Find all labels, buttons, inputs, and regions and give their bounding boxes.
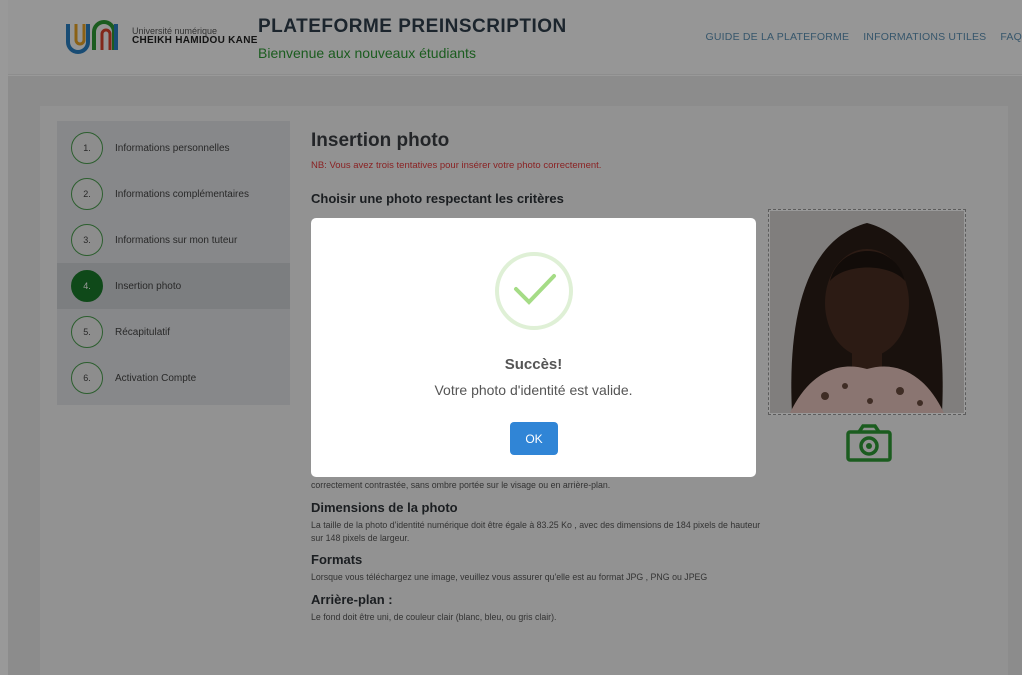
dialog-title: Succès! [504,356,563,373]
ok-button[interactable]: OK [510,422,558,455]
dialog-message: Votre photo d'identité est valide. [434,382,633,398]
success-check-icon [495,252,573,330]
success-dialog: Succès! Votre photo d'identité est valid… [311,218,756,477]
